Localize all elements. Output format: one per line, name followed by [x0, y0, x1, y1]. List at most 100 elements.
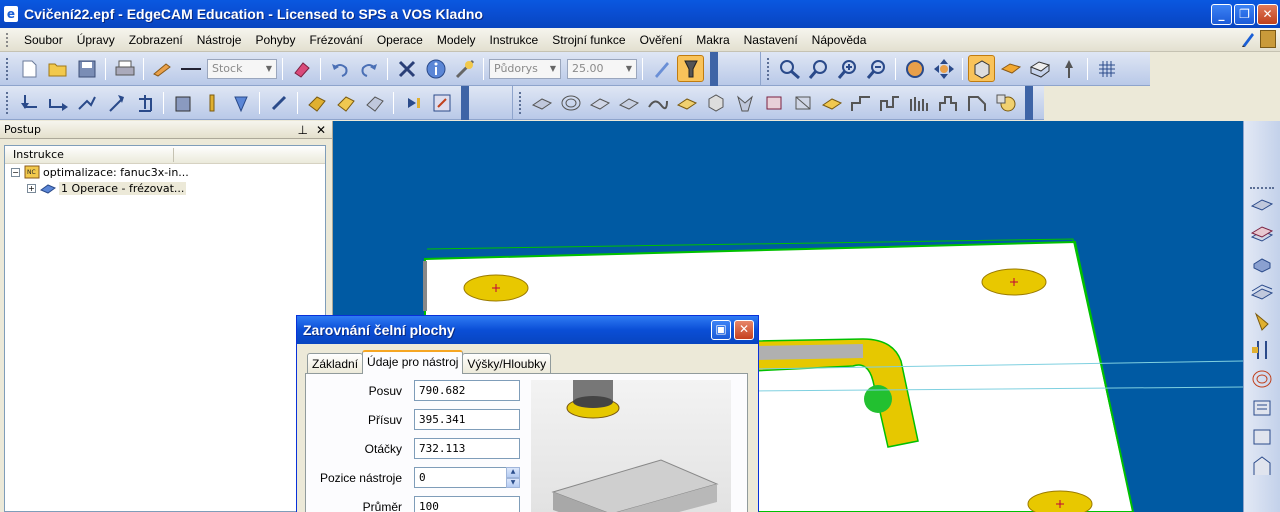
panel-close-icon[interactable]: ✕ [316, 123, 326, 137]
layer-stack-button[interactable] [1249, 221, 1275, 247]
layer-tool-button[interactable] [149, 55, 176, 82]
help-book-icon[interactable] [1260, 30, 1276, 48]
arc-move-button[interactable] [73, 89, 100, 116]
menu-soubor[interactable]: Soubor [17, 33, 70, 47]
zoom-window-button[interactable] [776, 55, 803, 82]
depth-button[interactable] [1249, 337, 1275, 363]
toolbar-overflow[interactable] [461, 85, 469, 120]
toolbar-grip[interactable] [6, 91, 9, 114]
new-file-button[interactable] [15, 55, 42, 82]
feature-rib-button[interactable] [905, 89, 932, 116]
restore-button[interactable]: ❐ [1234, 4, 1255, 25]
minimize-button[interactable]: _ [1211, 4, 1232, 25]
feature-slot-button[interactable] [876, 89, 903, 116]
menu-modely[interactable]: Modely [430, 33, 483, 47]
menu-overeni[interactable]: Ověření [633, 33, 690, 47]
value-combo[interactable]: 25.00 ▼ [567, 58, 637, 79]
frame-button[interactable] [1249, 424, 1275, 450]
print-button[interactable] [111, 55, 138, 82]
menu-makra[interactable]: Makra [689, 33, 736, 47]
pen-icon[interactable] [1240, 30, 1256, 48]
feature-sequence-button[interactable] [992, 89, 1019, 116]
tree-column-header[interactable]: Instrukce [5, 146, 325, 164]
spiral-tool-button[interactable] [1249, 366, 1275, 392]
toolbar-overflow[interactable] [710, 51, 718, 86]
simulation-settings-button[interactable] [428, 89, 455, 116]
sheet-button[interactable] [1249, 395, 1275, 421]
feature-hole-button[interactable] [818, 89, 845, 116]
feature-spiral-button[interactable] [557, 89, 584, 116]
feature-corner-button[interactable] [731, 89, 758, 116]
undo-button[interactable] [326, 55, 353, 82]
toolbar-overflow[interactable] [1025, 85, 1033, 120]
roughing-button[interactable] [303, 89, 330, 116]
info-button[interactable] [422, 55, 449, 82]
pocketing-button[interactable] [361, 89, 388, 116]
profiling-button[interactable] [332, 89, 359, 116]
feature-face-button[interactable] [528, 89, 555, 116]
tree-row-operation[interactable]: + 1 Operace - frézovat... [5, 180, 325, 196]
layer-solid-button[interactable] [1249, 250, 1275, 276]
pan-button[interactable] [930, 55, 957, 82]
menu-frezovani[interactable]: Frézování [302, 33, 369, 47]
grid-button[interactable] [1093, 55, 1120, 82]
redo-button[interactable] [355, 55, 382, 82]
cpl-button[interactable] [1055, 55, 1082, 82]
open-file-button[interactable] [44, 55, 71, 82]
feature-boss-button[interactable] [934, 89, 961, 116]
save-button[interactable] [73, 55, 100, 82]
delete-button[interactable] [393, 55, 420, 82]
toolbar-grip[interactable] [6, 57, 9, 80]
spin-down-icon[interactable]: ▼ [506, 477, 520, 488]
cut-tool-button[interactable] [1249, 308, 1275, 334]
menu-pohyby[interactable]: Pohyby [248, 33, 302, 47]
layer-plane-button[interactable] [1249, 192, 1275, 218]
menu-instrukce[interactable]: Instrukce [483, 33, 546, 47]
stock-view-button[interactable] [997, 55, 1024, 82]
menu-napoveda[interactable]: Nápověda [805, 33, 874, 47]
menu-grip[interactable] [6, 32, 9, 47]
cycle-button[interactable] [265, 89, 292, 116]
menu-operace[interactable]: Operace [370, 33, 430, 47]
menu-zobrazeni[interactable]: Zobrazení [122, 33, 190, 47]
plunge-move-button[interactable] [102, 89, 129, 116]
pen-tool-button[interactable] [648, 55, 675, 82]
view-combo[interactable]: Půdorys ▼ [489, 58, 561, 79]
stock-combo[interactable]: Stock ▼ [207, 58, 277, 79]
input-prisuv[interactable]: 395.341 [414, 409, 520, 430]
spin-up-icon[interactable]: ▲ [506, 467, 520, 478]
feature-flowline-button[interactable] [644, 89, 671, 116]
menu-strojni-funkce[interactable]: Strojní funkce [545, 33, 632, 47]
pin-icon[interactable]: ⊥ [297, 123, 307, 137]
tree-row-machine[interactable]: − NC optimalizace: fanuc3x-in... [5, 164, 325, 180]
home-move-button[interactable] [131, 89, 158, 116]
input-pozice-nastroje[interactable]: 0 [414, 467, 520, 488]
feature-parallel-button[interactable] [673, 89, 700, 116]
edgecam-app-icon[interactable]: e [4, 6, 18, 22]
zoom-out-button[interactable] [863, 55, 890, 82]
shaded-view-button[interactable] [968, 55, 995, 82]
toolbar-grip[interactable] [519, 91, 522, 114]
feature-lace-button[interactable] [586, 89, 613, 116]
input-otacky[interactable]: 732.113 [414, 438, 520, 459]
tool-path-button[interactable] [1249, 453, 1275, 479]
rotate-view-button[interactable] [901, 55, 928, 82]
expand-icon[interactable]: + [27, 183, 36, 193]
tab-udaje-pro-nastroj[interactable]: Údaje pro nástroj [362, 350, 464, 374]
dialog-maximize-button[interactable]: ▣ [711, 320, 731, 340]
eraser-button[interactable] [288, 55, 315, 82]
feature-chamfer-button[interactable] [963, 89, 990, 116]
zoom-in-button[interactable] [834, 55, 861, 82]
feed-move-button[interactable] [44, 89, 71, 116]
toolbar-grip[interactable] [1250, 187, 1274, 189]
spinner-pozice-nastroje[interactable]: 0 ▲ ▼ [414, 467, 520, 488]
line-style-button[interactable] [178, 55, 205, 82]
tab-vysky-hloubky[interactable]: Výšky/Hloubky [462, 353, 552, 374]
feature-step-button[interactable] [847, 89, 874, 116]
menu-upravy[interactable]: Úpravy [70, 33, 122, 47]
rapid-move-button[interactable] [15, 89, 42, 116]
tab-zakladni[interactable]: Základní [307, 353, 364, 374]
close-button[interactable]: ✕ [1257, 4, 1278, 25]
layer-surface-button[interactable] [1249, 279, 1275, 305]
dialog-close-button[interactable]: ✕ [734, 320, 754, 340]
